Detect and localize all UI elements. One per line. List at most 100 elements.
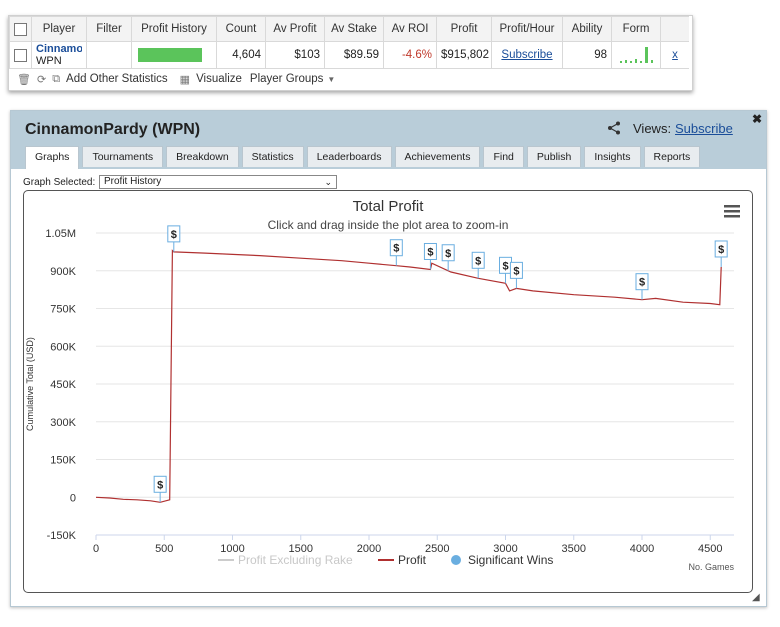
chevron-down-icon: ⌄ [324, 177, 332, 187]
row-checkbox-cell[interactable] [9, 41, 32, 69]
significant-win-label: $ [502, 260, 508, 272]
chart-container[interactable]: Total Profit Click and drag inside the pl… [23, 190, 753, 593]
col-header-ability[interactable]: Ability [562, 16, 612, 42]
tab-tournaments[interactable]: Tournaments [82, 146, 164, 167]
col-header-count[interactable]: Count [216, 16, 266, 42]
x-tick-label: 3500 [562, 543, 586, 555]
close-icon[interactable]: ✖ [752, 112, 762, 126]
filter-cell[interactable] [86, 41, 132, 69]
chevron-down-icon[interactable]: ▼ [327, 75, 335, 84]
significant-win-label: $ [718, 244, 724, 256]
col-header-av-profit[interactable]: Av Profit [265, 16, 325, 42]
remove-player-button[interactable]: x [672, 49, 678, 61]
significant-win-label: $ [157, 479, 163, 491]
profit-chart[interactable]: Total Profit Click and drag inside the pl… [24, 191, 752, 592]
views-subscribe-link[interactable]: Subscribe [675, 121, 733, 136]
share-icon-svg [608, 121, 620, 135]
profit-hour-cell: Subscribe [491, 41, 563, 69]
menu-icon-bar [724, 215, 740, 218]
tab-insights[interactable]: Insights [584, 146, 641, 167]
visualize-icon[interactable]: ▦ [180, 73, 190, 86]
select-all-checkbox[interactable] [9, 16, 32, 42]
menu-icon-bar [724, 210, 740, 213]
av-profit-value: $103 [265, 41, 325, 69]
significant-win-label: $ [513, 265, 519, 277]
x-tick-label: 4500 [698, 543, 722, 555]
table-row: CinnamonPardy WPN 4,604 $103 $89.59 -4.6… [9, 41, 689, 69]
menu-icon-bar [724, 205, 740, 208]
col-header-player[interactable]: Player [31, 16, 87, 42]
graph-select-dropdown[interactable]: Profit History ⌄ [99, 175, 337, 189]
chart-title: Total Profit [353, 198, 425, 215]
tab-breakdown[interactable]: Breakdown [166, 146, 239, 167]
x-tick-label: 2500 [425, 543, 449, 555]
tab-reports[interactable]: Reports [643, 146, 701, 167]
tab-publish[interactable]: Publish [526, 146, 582, 167]
ability-value: 98 [562, 41, 612, 69]
significant-win-label: $ [639, 277, 645, 289]
visualize-button[interactable]: Visualize [196, 73, 242, 85]
col-header-profit-history[interactable]: Profit History [131, 16, 217, 42]
y-tick-label: -150K [47, 530, 77, 542]
graph-selected-label: Graph Selected: [23, 177, 96, 188]
player-network: WPN [36, 55, 62, 67]
av-stake-value: $89.59 [324, 41, 384, 69]
x-tick-label: 0 [93, 543, 99, 555]
tab-achievements[interactable]: Achievements [394, 146, 481, 167]
av-roi-value: -4.6% [383, 41, 437, 69]
delete-icon[interactable]: 🗑 [17, 73, 31, 86]
player-groups-button[interactable]: Player Groups [250, 73, 324, 85]
y-tick-label: 0 [70, 492, 76, 504]
panel-tabs: Graphs Tournaments Breakdown Statistics … [25, 146, 703, 169]
significant-win-label: $ [427, 246, 433, 258]
col-header-form[interactable]: Form [611, 16, 661, 42]
refresh-icon[interactable]: ⟳ [37, 73, 46, 86]
row-checkbox[interactable] [14, 48, 27, 62]
y-tick-label: 300K [50, 417, 76, 429]
subscribe-link[interactable]: Subscribe [501, 49, 552, 61]
stats-toolbar: 🗑 ⟳ ⧉ Add Other Statistics ▦ Visualize P… [9, 69, 692, 89]
resize-handle-icon[interactable]: ◢ [752, 592, 760, 603]
y-tick-label: 450K [50, 379, 76, 391]
x-axis-label: No. Games [688, 562, 734, 572]
remove-cell: x [660, 41, 689, 69]
col-header-remove [660, 16, 689, 42]
col-header-profit[interactable]: Profit [436, 16, 492, 42]
col-header-filter[interactable]: Filter [86, 16, 132, 42]
player-name-link[interactable]: CinnamonPardy [36, 43, 82, 55]
stats-table: Player Filter Profit History Count Av Pr… [9, 16, 689, 69]
add-stats-icon[interactable]: ⧉ [52, 73, 60, 86]
y-tick-label: 150K [50, 455, 76, 467]
add-other-statistics-button[interactable]: Add Other Statistics [66, 73, 168, 85]
tab-find[interactable]: Find [483, 146, 524, 167]
player-cell: CinnamonPardy WPN [31, 41, 87, 69]
stats-widget: Player Filter Profit History Count Av Pr… [8, 15, 693, 91]
legend-item-wins: Significant Wins [468, 553, 553, 567]
share-icon[interactable] [607, 121, 621, 139]
views-label: Views: [633, 121, 672, 136]
tab-statistics[interactable]: Statistics [241, 146, 304, 167]
significant-win-label: $ [171, 229, 177, 241]
col-header-profit-hour[interactable]: Profit/Hour [491, 16, 563, 42]
profit-line [95, 249, 722, 503]
tab-graphs[interactable]: Graphs [25, 146, 80, 169]
legend-item-rake: Profit Excluding Rake [238, 553, 353, 567]
legend-swatch-wins [451, 555, 461, 565]
x-tick-label: 500 [155, 543, 173, 555]
form-cell [611, 41, 661, 69]
col-header-av-roi[interactable]: Av ROI [383, 16, 437, 42]
significant-win-label: $ [393, 243, 399, 255]
y-tick-label: 750K [50, 304, 76, 316]
tab-leaderboards[interactable]: Leaderboards [306, 146, 392, 167]
y-tick-label: 900K [50, 266, 76, 278]
profit-history-cell [131, 41, 217, 69]
significant-win-label: $ [445, 248, 451, 260]
page-title: CinnamonPardy (WPN) [25, 121, 201, 138]
x-tick-label: 2000 [357, 543, 381, 555]
checkbox[interactable] [14, 22, 27, 36]
y-tick-label: 600K [50, 341, 76, 353]
sparkline-fill [138, 47, 202, 62]
legend-item-profit: Profit [398, 553, 427, 567]
stats-header-row: Player Filter Profit History Count Av Pr… [9, 16, 689, 42]
col-header-av-stake[interactable]: Av Stake [324, 16, 384, 42]
